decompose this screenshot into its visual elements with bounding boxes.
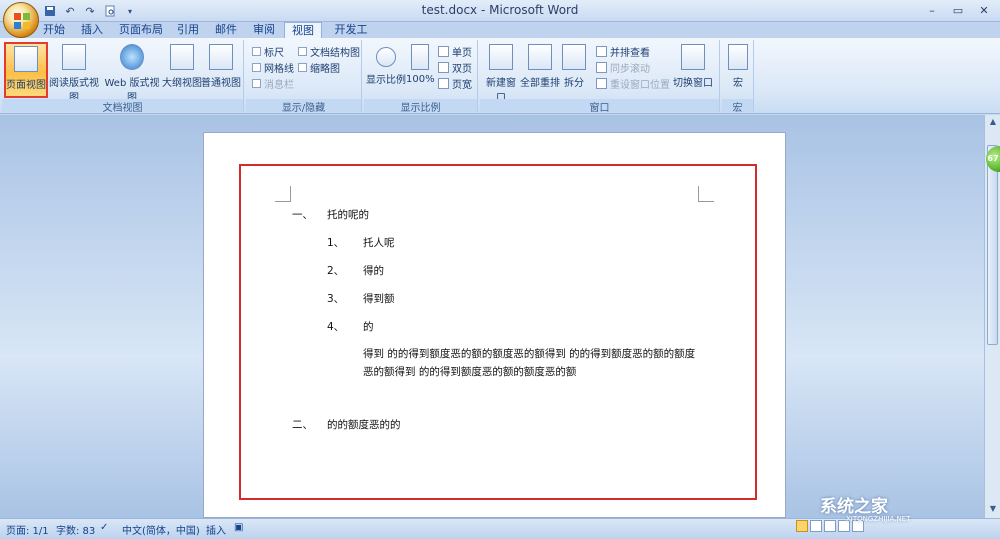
arrange-all-icon [528,44,552,70]
list-number: 4、 [327,321,345,333]
group-label-window: 窗口 [480,99,719,114]
split-icon [562,44,586,70]
web-layout-button[interactable]: Web 版式视图 [102,42,162,104]
switch-windows-button[interactable]: 切换窗口 [670,42,716,98]
list-item: 得到额 [363,293,395,305]
tab-developer[interactable]: 开发工具 [330,22,372,52]
maximize-button[interactable]: ▭ [946,1,970,19]
tab-review[interactable]: 审阅 [250,22,278,38]
print-layout-button[interactable]: 页面视图 [4,42,48,98]
tab-references[interactable]: 引用 [174,22,202,38]
word-count[interactable]: 字数: 83 [56,522,95,537]
ribbon: 页面视图 阅读版式视图 Web 版式视图 大纲视图 普通视图 文档视图 标尺 文… [0,38,1000,114]
list-item: 得的 [363,265,384,277]
scrollbar-thumb[interactable] [987,145,998,345]
office-logo-icon [14,13,30,29]
gridlines-checkbox[interactable]: 网格线 [252,60,294,75]
list-item: 的的额度恶的的 [327,419,401,431]
group-label-macros: 宏 [722,99,753,114]
list-number: 2、 [327,265,345,277]
page-100-icon [411,44,429,70]
group-zoom: 显示比例 100% 单页 双页 页宽 显示比例 [364,40,478,114]
tab-view[interactable]: 视图 [284,22,322,39]
split-button[interactable]: 拆分 [560,42,588,98]
thumbnails-checkbox[interactable]: 缩略图 [298,60,340,75]
window-controls: – ▭ ✕ [920,1,996,19]
minimize-button[interactable]: – [920,1,944,19]
window-title: test.docx - Microsoft Word [421,3,579,17]
list-number: 一、 [292,209,313,221]
tab-insert[interactable]: 插入 [78,22,106,38]
new-window-button[interactable]: 新建窗口 [482,42,520,104]
outline-icon [170,44,194,70]
macro-record-icon[interactable]: ▣ [234,522,243,533]
two-pages-button[interactable]: 双页 [438,60,472,75]
macros-button[interactable]: 宏 [724,42,752,98]
magnifier-icon [376,47,396,67]
macros-icon [728,44,748,70]
group-show-hide: 标尺 文档结构图 网格线 缩略图 消息栏 显示/隐藏 [246,40,362,114]
full-screen-reading-button[interactable]: 阅读版式视图 [48,42,100,104]
group-macros: 宏 宏 [722,40,754,114]
list-number: 3、 [327,293,345,305]
list-number: 二、 [292,419,313,431]
draft-button[interactable]: 普通视图 [201,42,241,98]
group-label-show-hide: 显示/隐藏 [246,99,361,114]
synchronous-scrolling-button[interactable]: 同步滚动 [596,60,650,75]
one-page-icon [438,45,449,57]
list-item: 托的呢的 [327,209,369,221]
print-layout-view-icon[interactable] [796,520,808,532]
highlight-box [239,164,757,500]
tab-page-layout[interactable]: 页面布局 [116,22,166,38]
group-window: 新建窗口 全部重排 拆分 并排查看 同步滚动 重设窗口位置 切换窗口 窗口 [480,40,720,114]
zoom-button[interactable]: 显示比例 [366,42,406,98]
side-by-side-icon [596,45,607,57]
zoom-100-button[interactable]: 100% [406,42,435,98]
outline-button[interactable]: 大纲视图 [162,42,202,98]
page-width-icon [438,77,449,89]
group-document-views: 页面视图 阅读版式视图 Web 版式视图 大纲视图 普通视图 文档视图 [2,40,244,114]
vertical-scrollbar[interactable]: ▲ ▼ [984,115,1000,518]
tab-mailings[interactable]: 邮件 [212,22,240,38]
proofing-icon[interactable]: ✓ [100,522,108,533]
reading-view-icon [62,44,86,70]
arrange-all-button[interactable]: 全部重排 [520,42,560,98]
web-layout-icon [120,44,144,70]
language-indicator[interactable]: 中文(简体，中国) [122,522,200,537]
site-watermark: 系统之家 XITONGZHIJIA.NET [820,497,911,523]
page-count[interactable]: 页面: 1/1 [6,522,49,537]
scroll-down-icon[interactable]: ▼ [986,504,1000,516]
ribbon-tabs: 开始 插入 页面布局 引用 邮件 审阅 视图 开发工具 [0,22,1000,52]
title-bar: ↶ ↷ ▾ test.docx - Microsoft Word – ▭ ✕ [0,0,1000,22]
list-item: 托人呢 [363,237,395,249]
close-button[interactable]: ✕ [972,1,996,19]
insert-mode[interactable]: 插入 [206,522,226,537]
group-label-zoom: 显示比例 [364,99,477,114]
list-item: 的 [363,321,374,333]
office-button[interactable] [3,2,39,38]
switch-windows-icon [681,44,705,70]
scroll-up-icon[interactable]: ▲ [986,117,1000,129]
view-side-by-side-button[interactable]: 并排查看 [596,44,650,59]
tab-home[interactable]: 开始 [40,22,68,38]
ruler-checkbox[interactable]: 标尺 [252,44,284,59]
group-label-document-views: 文档视图 [2,99,243,114]
sync-scroll-icon [596,61,607,73]
reset-position-icon [596,77,607,89]
one-page-button[interactable]: 单页 [438,44,472,59]
list-number: 1、 [327,237,345,249]
reset-window-position-button[interactable]: 重设窗口位置 [596,76,670,91]
document-map-checkbox[interactable]: 文档结构图 [298,44,360,59]
message-bar-checkbox[interactable]: 消息栏 [252,76,294,91]
body-paragraph: 得到 的的得到额度恶的额的额度恶的额得到 的的得到额度恶的额的额度恶的额得到 的… [363,348,696,378]
draft-icon [209,44,233,70]
two-pages-icon [438,61,449,73]
print-layout-icon [14,46,38,72]
new-window-icon [489,44,513,70]
page-width-button[interactable]: 页宽 [438,76,472,91]
